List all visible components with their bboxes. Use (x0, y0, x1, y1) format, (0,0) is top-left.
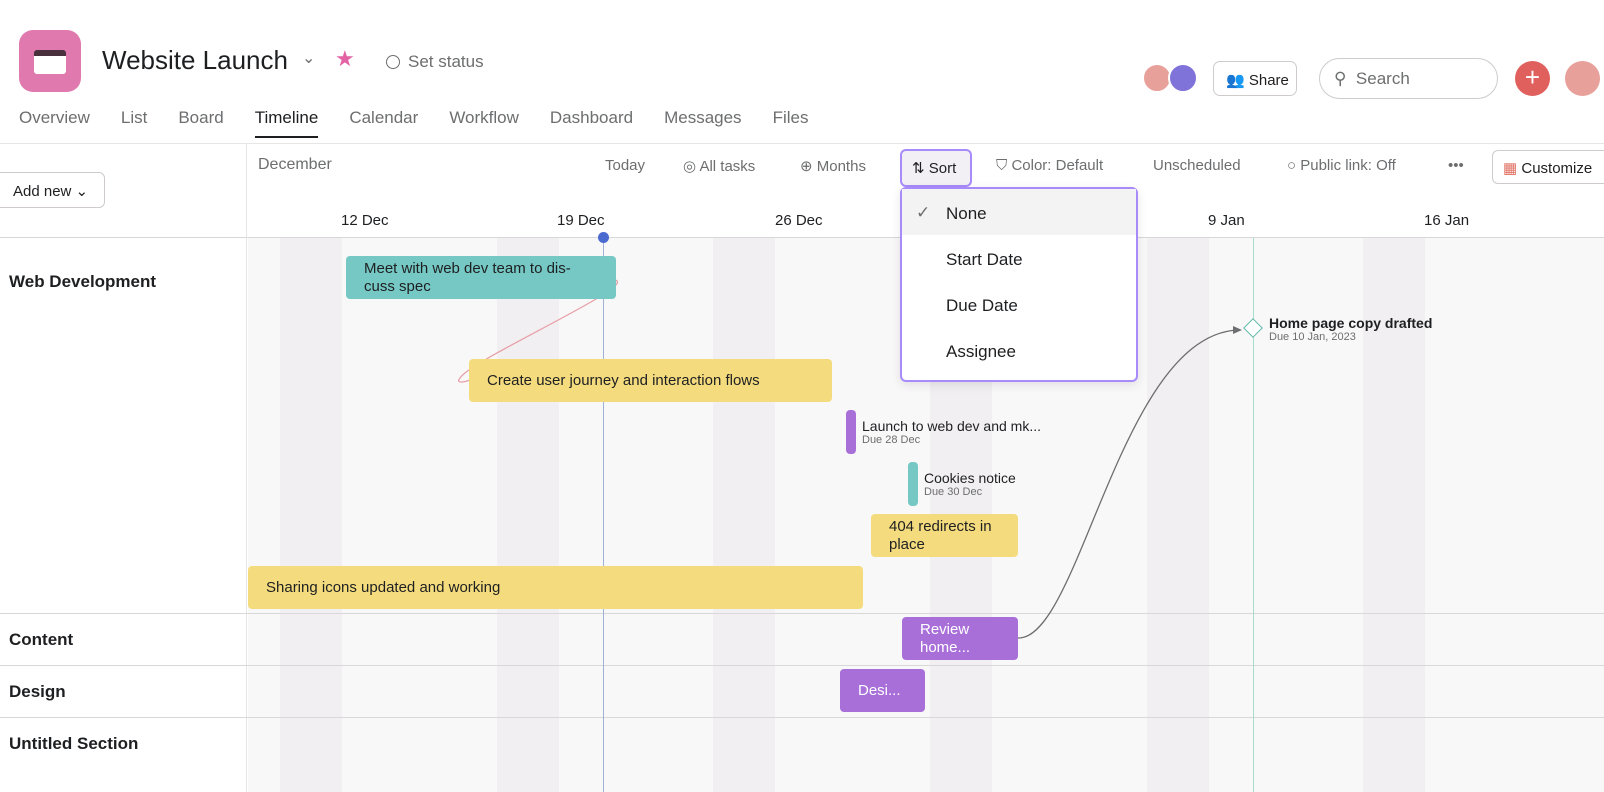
task-bar[interactable]: 404 redirects in place (871, 514, 1018, 557)
task-due: Due 28 Dec (862, 434, 921, 446)
sort-option-start-date[interactable]: Start Date (902, 235, 1136, 281)
task-name: Launch to web dev and mk... (862, 418, 1041, 434)
task-label[interactable]: Launch to web dev and mk... Due 28 Dec (862, 418, 1041, 446)
option-label: None (946, 204, 987, 223)
sort-option-due-date[interactable]: Due Date (902, 281, 1136, 327)
task-due: Due 30 Dec (924, 486, 983, 498)
task-bar[interactable]: Review home... (902, 617, 1018, 660)
milestone-name: Home page copy drafted (1269, 315, 1433, 331)
task-bar[interactable]: Sharing icons updated and working (248, 566, 863, 609)
task-label[interactable]: Cookies notice Due 30 Dec (924, 470, 1016, 498)
task-bar[interactable]: Meet with web dev team to dis-cuss spec (346, 256, 616, 299)
arrowhead-icon (1233, 326, 1242, 334)
task-marker[interactable] (846, 410, 856, 454)
sort-option-none[interactable]: ✓ None (902, 189, 1136, 235)
milestone-label[interactable]: Home page copy drafted Due 10 Jan, 2023 (1269, 315, 1432, 343)
task-bar[interactable]: Create user journey and interaction flow… (469, 359, 832, 402)
task-bar[interactable]: Desi... (840, 669, 925, 712)
sort-menu: ✓ None Start Date Due Date Assignee (900, 187, 1138, 382)
check-icon: ✓ (916, 203, 931, 222)
milestone-due: Due 10 Jan, 2023 (1269, 331, 1356, 343)
task-marker[interactable] (908, 462, 918, 506)
task-name: Cookies notice (924, 470, 1016, 486)
sort-option-assignee[interactable]: Assignee (902, 327, 1136, 373)
